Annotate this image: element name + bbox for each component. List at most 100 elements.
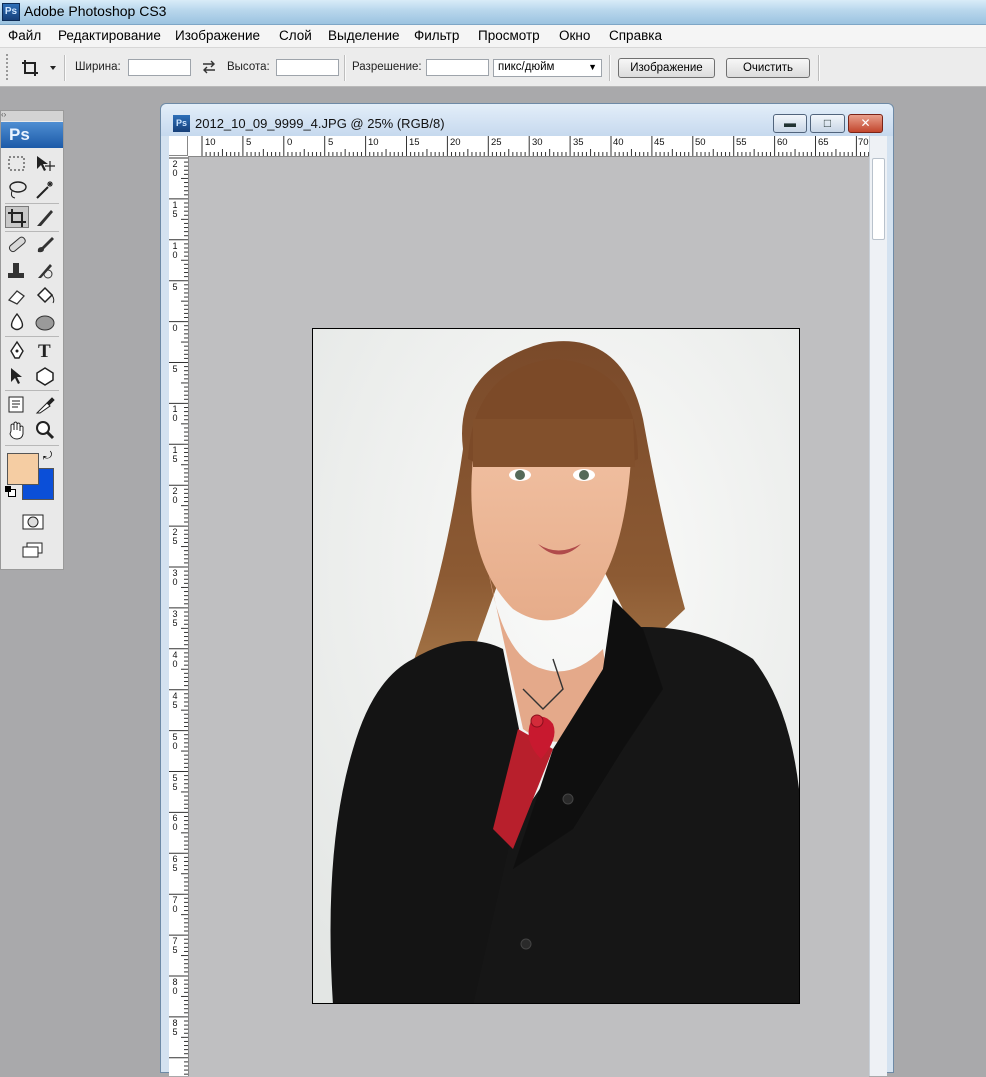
resolution-unit-value: пикс/дюйм [498, 61, 555, 73]
menu-filter[interactable]: Фильтр [414, 28, 459, 43]
vertical-ruler[interactable]: 2 0 1 5 1 0 5 0 5 1 0 1 5 2 0 2 5 3 0 3 5 4 0 4 5 5 0 5… [169, 156, 189, 1076]
ruler-label: 35 [573, 137, 584, 148]
default-colors-icon[interactable] [5, 486, 16, 497]
lasso-tool-icon[interactable] [5, 179, 29, 201]
ruler-label: 30 [532, 137, 543, 148]
pen-tool-icon[interactable] [5, 339, 29, 361]
paint-bucket-tool-icon[interactable] [33, 285, 57, 307]
ruler-label: 55 [736, 137, 747, 148]
resolution-label: Разрешение: [352, 61, 422, 73]
history-brush-tool-icon[interactable] [33, 259, 57, 281]
type-tool-icon[interactable]: T [33, 339, 57, 361]
ruler-label: 15 [409, 137, 420, 148]
portrait-photo[interactable] [312, 328, 800, 1004]
ruler-label: 3 0 [172, 568, 178, 587]
ruler-label: 5 [172, 363, 178, 374]
swap-colors-icon[interactable]: ⤾ [43, 451, 57, 463]
width-field[interactable] [128, 59, 191, 76]
ruler-label: 65 [818, 137, 829, 148]
ruler-label: 2 0 [172, 159, 178, 178]
ruler-label: 2 0 [172, 486, 178, 506]
ruler-label: 1 5 [172, 445, 178, 465]
ruler-label: 8 0 [172, 977, 178, 996]
crop-icon [22, 60, 56, 76]
options-separator [64, 55, 66, 81]
quick-mask-icon[interactable] [21, 511, 45, 533]
app-title: Adobe Photoshop CS3 [24, 3, 167, 19]
width-label: Ширина: [75, 61, 121, 73]
ruler-label: 20 [450, 137, 461, 148]
photoshop-app-icon: Ps [2, 3, 20, 21]
ruler-label: 70 [858, 137, 869, 148]
height-field[interactable] [276, 59, 339, 76]
path-selection-tool-icon[interactable] [5, 365, 29, 387]
menu-view[interactable]: Просмотр [478, 28, 540, 43]
ruler-label: 5 0 [172, 731, 178, 751]
tool-preset-picker[interactable] [20, 57, 60, 79]
dodge-tool-icon[interactable] [33, 311, 57, 333]
notes-tool-icon[interactable] [5, 393, 29, 415]
app-title-bar[interactable]: Ps Adobe Photoshop CS3 [0, 0, 986, 25]
blur-tool-icon[interactable] [5, 311, 29, 333]
ruler-label: 10 [205, 137, 216, 148]
document-title: 2012_10_09_9999_4.JPG @ 25% (RGB/8) [195, 116, 445, 131]
resolution-field[interactable] [426, 59, 489, 76]
menu-window[interactable]: Окно [559, 28, 590, 43]
ruler-label: 0 [287, 137, 293, 148]
menu-edit[interactable]: Редактирование [58, 28, 161, 43]
ruler-label: 6 5 [172, 854, 178, 874]
chevron-down-icon: ▼ [588, 62, 597, 72]
marquee-tool-icon[interactable] [5, 153, 29, 175]
menu-image[interactable]: Изображение [175, 28, 260, 43]
screen-mode-icon[interactable] [21, 539, 45, 561]
ruler-label: 60 [777, 137, 788, 148]
close-button[interactable]: ✕ [848, 114, 883, 133]
maximize-button[interactable]: □ [810, 114, 845, 133]
hand-tool-icon[interactable] [5, 419, 29, 441]
ruler-label: 3 5 [172, 608, 178, 628]
ruler-label: 5 [246, 137, 252, 148]
zoom-tool-icon[interactable] [33, 419, 57, 441]
scrollbar-thumb[interactable] [872, 158, 885, 240]
move-tool-icon[interactable] [33, 153, 57, 175]
options-grip[interactable] [6, 54, 16, 80]
tools-panel-grip[interactable]: ‹› [1, 111, 63, 121]
ruler-label: 10 [368, 137, 379, 148]
swap-arrows-icon[interactable] [201, 60, 217, 74]
front-image-button[interactable]: Изображение [618, 58, 715, 78]
height-label: Высота: [227, 61, 270, 73]
horizontal-ruler[interactable]: 10 5 0 5 10 15 20 25 30 35 40 45 50 55 6… [188, 136, 874, 157]
ruler-label: 8 5 [172, 1017, 178, 1037]
menu-layer[interactable]: Слой [279, 28, 312, 43]
healing-brush-tool-icon[interactable] [5, 233, 29, 255]
canvas-area[interactable] [189, 157, 869, 1077]
slice-tool-icon[interactable] [33, 206, 57, 228]
ruler-label: 4 0 [172, 649, 178, 669]
ruler-label: 6 0 [172, 813, 178, 833]
clone-stamp-tool-icon[interactable] [5, 259, 29, 281]
ruler-label: 2 5 [172, 527, 178, 547]
ruler-label: 40 [613, 137, 624, 148]
menu-file[interactable]: Файл [8, 28, 41, 43]
minimize-button[interactable]: ▬ [773, 114, 807, 133]
eyedropper-tool-icon[interactable] [33, 393, 57, 415]
foreground-color-swatch[interactable] [7, 453, 39, 485]
ruler-label: 1 5 [172, 199, 178, 219]
crop-tool-icon[interactable] [5, 206, 29, 228]
vertical-scrollbar[interactable] [869, 136, 887, 1076]
document-ps-icon: Ps [173, 115, 190, 132]
tools-panel: ‹› Ps T ⤾ [0, 110, 64, 570]
brush-tool-icon[interactable] [33, 233, 57, 255]
ruler-label: 0 [172, 322, 178, 333]
eraser-tool-icon[interactable] [5, 285, 29, 307]
resolution-unit-select[interactable]: пикс/дюйм ▼ [493, 59, 602, 77]
shape-tool-icon[interactable] [33, 365, 57, 387]
ruler-origin[interactable] [169, 136, 188, 156]
ruler-label: 7 0 [172, 895, 178, 915]
menu-help[interactable]: Справка [609, 28, 662, 43]
clear-button[interactable]: Очистить [726, 58, 810, 78]
magic-wand-tool-icon[interactable] [33, 179, 57, 201]
menu-select[interactable]: Выделение [328, 28, 400, 43]
document-title-bar[interactable]: Ps 2012_10_09_9999_4.JPG @ 25% (RGB/8) ▬… [161, 104, 893, 136]
ruler-label: 7 5 [172, 936, 178, 956]
